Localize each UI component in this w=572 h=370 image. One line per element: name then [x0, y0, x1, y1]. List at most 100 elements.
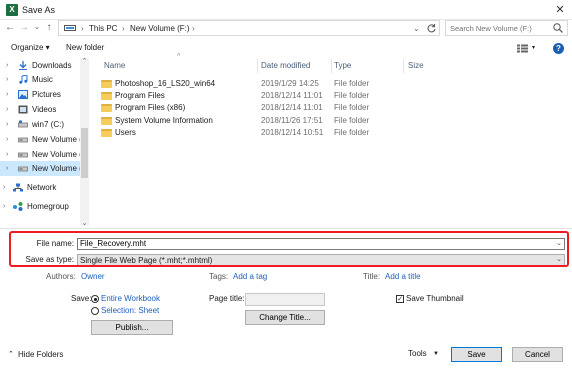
- pictures-icon: [18, 90, 28, 99]
- breadcrumb-this-pc[interactable]: This PC: [89, 23, 117, 35]
- sidebar-item-music[interactable]: › Music: [0, 72, 80, 87]
- sidebar-item-new-volume-selected[interactable]: › New Volume (I: [0, 161, 80, 176]
- nav-scrollbar-thumb[interactable]: [81, 128, 88, 178]
- search-box[interactable]: [445, 20, 568, 36]
- sidebar-item-pictures[interactable]: › Pictures: [0, 87, 80, 102]
- tools-dropdown-icon[interactable]: ▼: [433, 349, 439, 359]
- command-toolbar: Organize ▾ New folder ▾ ?: [0, 40, 572, 56]
- file-type: File folder: [334, 103, 370, 112]
- file-date: 2018/11/26 17:51: [261, 116, 323, 125]
- organize-menu-button[interactable]: Organize ▾: [11, 43, 50, 53]
- address-bar[interactable]: › This PC › New Volume (F:) › ⌄: [58, 20, 440, 36]
- column-header-type[interactable]: Type: [334, 61, 351, 71]
- up-arrow-icon[interactable]: ↑: [43, 21, 55, 35]
- column-header-name[interactable]: Name: [104, 61, 125, 71]
- recent-locations-chevron-icon[interactable]: ⌄: [31, 21, 43, 35]
- add-title-link[interactable]: Add a title: [385, 272, 421, 282]
- file-row[interactable]: Users 2018/12/14 10:51 File folder: [101, 127, 431, 139]
- breadcrumb-chevron-icon[interactable]: ›: [122, 23, 125, 35]
- save-button[interactable]: Save: [451, 347, 502, 362]
- column-divider[interactable]: [331, 59, 332, 73]
- search-icon[interactable]: [552, 22, 564, 34]
- breadcrumb-chevron-icon[interactable]: ›: [81, 23, 84, 35]
- expand-chevron-icon[interactable]: ›: [6, 161, 8, 176]
- breadcrumb-chevron-icon[interactable]: ›: [192, 23, 195, 35]
- sidebar-item-network[interactable]: › Network: [0, 180, 80, 195]
- expand-chevron-icon[interactable]: ›: [6, 147, 8, 162]
- column-header-size[interactable]: Size: [408, 61, 424, 71]
- entire-workbook-label[interactable]: Entire Workbook: [101, 294, 160, 304]
- view-options-icon[interactable]: [517, 44, 529, 53]
- file-row[interactable]: Program Files 2018/12/14 11:01 File fold…: [101, 90, 431, 102]
- folder-icon: [101, 104, 112, 112]
- hide-folders-button[interactable]: Hide Folders: [18, 350, 63, 360]
- sidebar-item-videos[interactable]: › Videos: [0, 102, 80, 117]
- view-dropdown-icon[interactable]: ▾: [532, 43, 535, 53]
- sidebar-item-label: Homegroup: [27, 202, 69, 211]
- file-type: File folder: [334, 116, 370, 125]
- entire-workbook-radio[interactable]: [91, 295, 99, 303]
- scroll-up-arrow-icon[interactable]: ⌃: [80, 57, 89, 65]
- change-title-button[interactable]: Change Title...: [245, 310, 325, 325]
- excel-app-icon: X: [6, 4, 18, 16]
- expand-chevron-icon[interactable]: ›: [6, 102, 8, 117]
- sidebar-item-new-volume[interactable]: › New Volume (I: [0, 147, 80, 162]
- close-icon[interactable]: ✕: [553, 3, 567, 17]
- cancel-button[interactable]: Cancel: [512, 347, 563, 362]
- add-tag-link[interactable]: Add a tag: [233, 272, 267, 282]
- back-arrow-icon[interactable]: ←: [4, 21, 16, 35]
- file-row[interactable]: Program Files (x86) 2018/12/14 11:01 Fil…: [101, 102, 431, 114]
- breadcrumb-new-volume[interactable]: New Volume (F:): [130, 23, 190, 35]
- sidebar-item-label: Pictures: [32, 90, 61, 99]
- sidebar-item-homegroup[interactable]: › Homegroup: [0, 199, 80, 214]
- selection-sheet-label[interactable]: Selection: Sheet: [101, 306, 159, 316]
- page-title-field: [245, 293, 325, 306]
- folder-icon: [101, 92, 112, 100]
- expand-chevron-icon[interactable]: ›: [6, 117, 8, 132]
- sidebar-item-label: Network: [27, 183, 57, 192]
- sidebar-item-new-volume[interactable]: › New Volume (I: [0, 132, 80, 147]
- sidebar-item-label: New Volume (I: [32, 164, 80, 173]
- column-divider[interactable]: [257, 59, 258, 73]
- file-row[interactable]: System Volume Information 2018/11/26 17:…: [101, 115, 431, 127]
- publish-button[interactable]: Publish...: [91, 320, 173, 335]
- sidebar-item-win7-c[interactable]: › win7 (C:): [0, 117, 80, 132]
- expand-chevron-icon[interactable]: ›: [6, 132, 8, 147]
- selection-sheet-radio[interactable]: [91, 307, 99, 315]
- sidebar-item-label: win7 (C:): [32, 120, 65, 129]
- authors-value[interactable]: Owner: [81, 272, 105, 282]
- forward-arrow-icon[interactable]: →: [18, 21, 30, 35]
- expand-chevron-icon[interactable]: ›: [3, 180, 5, 195]
- expand-chevron-icon[interactable]: ›: [6, 58, 8, 73]
- pane-divider: [0, 228, 572, 229]
- music-icon: [19, 75, 28, 84]
- this-pc-icon: [64, 25, 76, 31]
- file-row[interactable]: Photoshop_16_LS20_win64 2019/1/29 14:25 …: [101, 78, 431, 90]
- save-scope-label: Save:: [71, 294, 92, 303]
- address-dropdown-icon[interactable]: ⌄: [413, 23, 420, 35]
- sidebar-item-label: New Volume (I: [32, 135, 80, 144]
- expand-chevron-icon[interactable]: ›: [6, 87, 8, 102]
- column-header-date-modified[interactable]: Date modified: [261, 61, 310, 71]
- sidebar-item-downloads[interactable]: › Downloads: [0, 58, 80, 73]
- collapse-chevron-icon[interactable]: ⌃: [8, 350, 14, 360]
- expand-chevron-icon[interactable]: ›: [3, 199, 5, 214]
- save-thumbnail-label[interactable]: Save Thumbnail: [406, 294, 464, 304]
- search-input[interactable]: [450, 23, 550, 34]
- refresh-icon[interactable]: [426, 23, 437, 34]
- drive-icon: [18, 137, 28, 143]
- title-bar: [0, 0, 572, 20]
- folder-icon: [101, 117, 112, 125]
- sidebar-item-label: Downloads: [32, 61, 72, 70]
- new-folder-button[interactable]: New folder: [66, 43, 104, 53]
- column-divider[interactable]: [403, 59, 404, 73]
- window-title: Save As: [22, 5, 56, 15]
- drive-icon: [18, 120, 28, 128]
- scroll-down-arrow-icon[interactable]: ⌄: [80, 219, 89, 227]
- expand-chevron-icon[interactable]: ›: [6, 72, 8, 87]
- help-icon[interactable]: ?: [553, 43, 564, 54]
- tools-menu-button[interactable]: Tools: [408, 349, 427, 359]
- file-name: Program Files: [115, 91, 165, 100]
- save-thumbnail-checkbox[interactable]: ✓: [396, 295, 404, 303]
- file-name: Users: [115, 128, 136, 137]
